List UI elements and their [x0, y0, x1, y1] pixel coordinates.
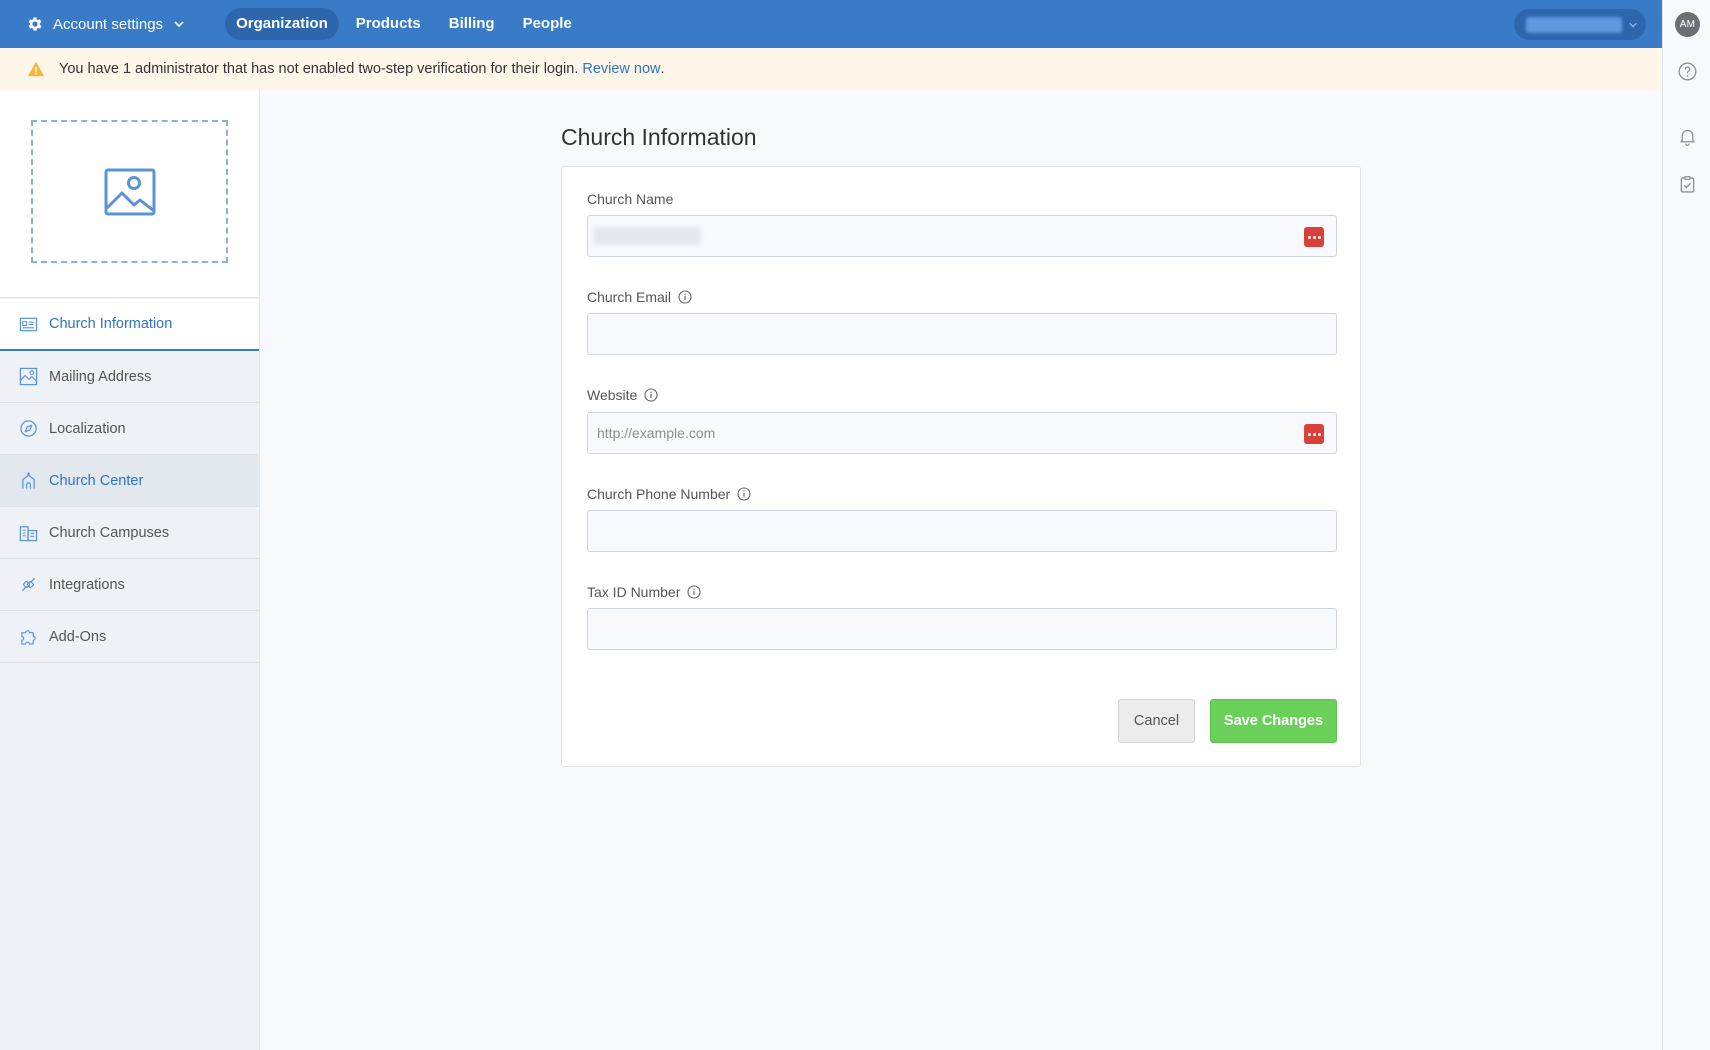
logo-area [0, 90, 259, 298]
account-settings-label: Account settings [53, 15, 164, 33]
save-changes-button[interactable]: Save Changes [1210, 699, 1337, 743]
sidebar-item-label: Add-Ons [49, 628, 107, 645]
info-icon[interactable] [678, 290, 692, 304]
two-step-verification-banner: You have 1 administrator that has not en… [0, 48, 1662, 90]
church-email-label: Church Email [587, 289, 692, 305]
sidebar-item-add-ons[interactable]: Add-Ons [0, 611, 259, 663]
church-name-input[interactable] [587, 215, 1337, 257]
website-placeholder: http://example.com [597, 425, 716, 441]
page-title: Church Information [561, 124, 757, 150]
church-information-form: Church Name Church Email Website http://… [561, 166, 1361, 767]
church-phone-label: Church Phone Number [587, 486, 751, 502]
church-name-label: Church Name [587, 191, 673, 207]
website-input[interactable]: http://example.com [587, 412, 1337, 454]
clipboard-check-icon[interactable] [1677, 174, 1698, 195]
help-icon[interactable] [1677, 61, 1698, 82]
sidebar-item-label: Mailing Address [49, 368, 152, 385]
cancel-button[interactable]: Cancel [1118, 699, 1195, 743]
website-label-text: Website [587, 387, 638, 403]
sidebar-item-mailing-address[interactable]: Mailing Address [0, 351, 259, 403]
nav-people[interactable]: People [512, 8, 583, 40]
sidebar-item-label: Integrations [49, 576, 125, 593]
chevron-down-icon [1629, 22, 1637, 27]
plug-icon [21, 577, 36, 592]
tax-id-input[interactable] [587, 608, 1337, 650]
settings-sidebar: Church Information Mailing Address Local… [0, 90, 260, 1050]
church-email-label-text: Church Email [587, 289, 672, 305]
redacted-organization-name [1526, 16, 1622, 33]
church-icon [22, 472, 35, 489]
password-manager-icon[interactable] [1304, 424, 1324, 444]
sidebar-item-label: Church Campuses [49, 524, 170, 541]
logo-upload-dropzone[interactable] [31, 120, 228, 263]
bell-icon[interactable] [1677, 126, 1698, 147]
chevron-down-icon [174, 21, 184, 28]
warning-icon [27, 61, 45, 77]
sidebar-menu: Church Information Mailing Address Local… [0, 299, 259, 663]
tax-id-label: Tax ID Number [587, 584, 701, 600]
nav-organization[interactable]: Organization [225, 8, 339, 40]
website-label: Website [587, 387, 658, 403]
nav-billing[interactable]: Billing [438, 8, 506, 40]
sidebar-item-label: Localization [49, 420, 126, 437]
avatar[interactable]: AM [1675, 12, 1700, 37]
sidebar-item-church-campuses[interactable]: Church Campuses [0, 507, 259, 559]
redacted-church-name [593, 227, 701, 245]
compass-icon [20, 420, 37, 437]
sidebar-item-church-center[interactable]: Church Center [0, 455, 259, 507]
organization-switcher[interactable] [1514, 9, 1646, 40]
church-email-input[interactable] [587, 313, 1337, 355]
top-navigation-bar: Account settings Organization Products B… [0, 0, 1662, 48]
sidebar-item-label: Church Center [49, 472, 144, 489]
id-card-icon [19, 317, 38, 331]
church-phone-label-text: Church Phone Number [587, 486, 731, 502]
banner-message: You have 1 administrator that has not en… [59, 61, 579, 77]
sidebar-item-label: Church Information [49, 316, 173, 332]
sidebar-item-church-information[interactable]: Church Information [0, 299, 259, 351]
info-icon[interactable] [737, 487, 751, 501]
buildings-icon [19, 526, 38, 542]
sidebar-item-localization[interactable]: Localization [0, 403, 259, 455]
church-phone-input[interactable] [587, 510, 1337, 552]
account-settings-menu[interactable]: Account settings [26, 15, 185, 33]
info-icon[interactable] [644, 388, 658, 402]
review-now-link[interactable]: Review now [582, 61, 660, 77]
primary-nav: Organization Products Billing People [225, 8, 589, 40]
sidebar-item-integrations[interactable]: Integrations [0, 559, 259, 611]
banner-trailing: . [660, 61, 665, 77]
map-icon [19, 367, 38, 386]
nav-products[interactable]: Products [345, 8, 432, 40]
church-name-label-text: Church Name [587, 191, 674, 207]
puzzle-icon [21, 630, 36, 645]
right-utility-rail: AM [1662, 0, 1710, 1050]
gear-icon [28, 17, 42, 31]
tax-id-label-text: Tax ID Number [587, 584, 681, 600]
info-icon[interactable] [687, 585, 701, 599]
image-placeholder-icon [104, 168, 155, 215]
password-manager-icon[interactable] [1304, 227, 1324, 247]
